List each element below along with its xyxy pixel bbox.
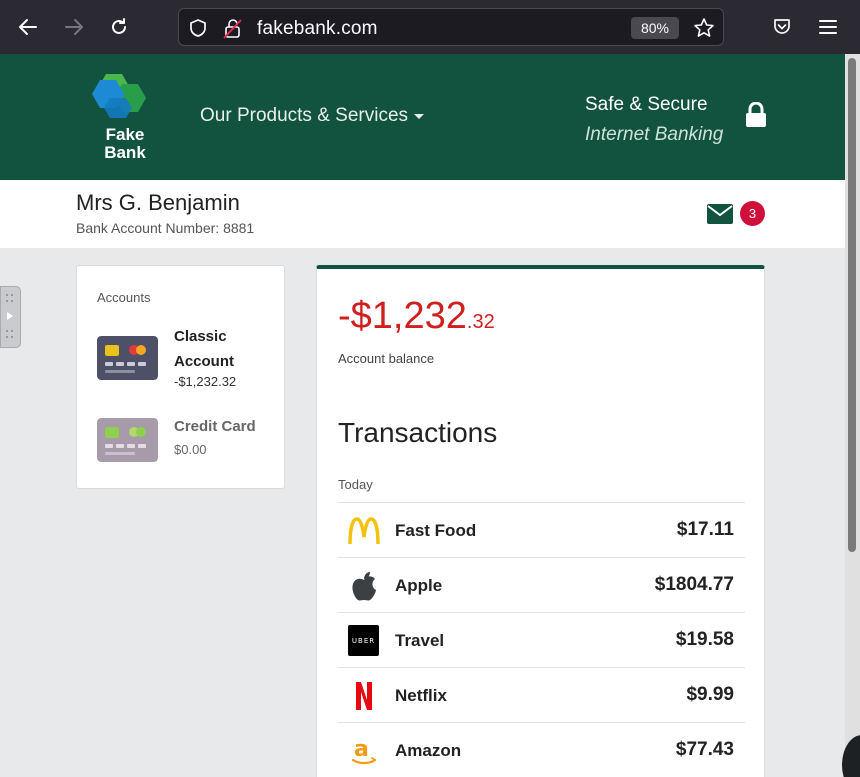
transaction-name: Fast Food	[395, 521, 477, 540]
zoom-level[interactable]: 80%	[631, 17, 679, 39]
transaction-amount: $9.99	[686, 684, 734, 705]
balance-label: Account balance	[338, 351, 435, 366]
uber-icon-text: UBER	[351, 636, 376, 645]
transaction-name: Travel	[395, 631, 445, 650]
forward-button[interactable]	[60, 13, 88, 41]
user-bar: Mrs G. Benjamin Bank Account Number: 888…	[0, 180, 845, 248]
logo-line-1: Fake	[105, 125, 145, 144]
account-item-classic[interactable]: Classic Account -$1,232.32	[97, 324, 277, 389]
play-icon	[6, 294, 13, 338]
account-name-line-2: Account	[174, 353, 234, 370]
logo-line-2: Bank	[104, 143, 146, 162]
logo-text: Fake Bank	[94, 126, 156, 162]
transaction-row[interactable]: Netflix $9.99	[338, 667, 745, 722]
arrow-right-icon	[65, 19, 83, 35]
netflix-icon	[348, 680, 380, 712]
credit-card-icon	[97, 418, 158, 462]
secure-line-1: Safe & Secure	[585, 94, 708, 115]
accounts-title: Accounts	[97, 290, 151, 305]
secure-line-2: Internet Banking	[585, 124, 724, 145]
transaction-row[interactable]: Fast Food $17.11	[338, 502, 745, 557]
account-name: Classic Account	[174, 324, 234, 374]
transaction-row[interactable]: Apple $1804.77	[338, 557, 745, 612]
account-item-credit-card[interactable]: Credit Card $0.00	[97, 414, 277, 464]
arrow-left-icon	[19, 19, 37, 35]
account-number: Bank Account Number: 8881	[76, 220, 255, 236]
apple-icon	[348, 570, 380, 602]
transaction-name: Apple	[395, 576, 443, 595]
balance-main: -$1,232	[338, 295, 467, 337]
transaction-row[interactable]: a Amazon $77.43	[338, 722, 745, 777]
message-count-badge[interactable]: 3	[740, 201, 765, 226]
fake-bank-logo[interactable]: Fake Bank	[92, 70, 160, 166]
svg-text:a: a	[354, 737, 369, 762]
products-services-dropdown[interactable]: Our Products & Services	[200, 105, 425, 127]
pocket-icon[interactable]	[772, 17, 792, 37]
transaction-name: Amazon	[395, 741, 462, 760]
transactions-list: Fast Food $17.11 Apple $1804.77 UBER Tra…	[338, 502, 745, 777]
reload-icon	[112, 18, 126, 34]
accounts-card: Accounts Classic Account -$1,232.32 Cred…	[76, 265, 285, 489]
insecure-lock-icon	[223, 19, 242, 39]
back-button[interactable]	[14, 13, 42, 41]
account-balance-amount: -$1,232.32	[338, 295, 495, 338]
reload-button[interactable]	[105, 13, 133, 41]
account-name: Credit Card	[174, 418, 256, 435]
account-balance: -$1,232.32	[174, 374, 237, 389]
secure-banking-label: Safe & Secure Internet Banking	[585, 90, 723, 150]
hamburger-menu-icon[interactable]	[818, 18, 838, 36]
page-scrollbar[interactable]	[845, 54, 860, 777]
uber-icon: UBER	[348, 625, 379, 656]
balance-cents: .32	[466, 311, 495, 333]
account-balance: $0.00	[174, 442, 207, 457]
transaction-amount: $77.43	[675, 739, 734, 760]
products-services-label: Our Products & Services	[200, 105, 409, 126]
browser-toolbar: fakebank.com 80%	[0, 0, 860, 54]
transaction-amount: $1804.77	[654, 574, 734, 595]
transactions-heading: Transactions	[338, 417, 498, 448]
caret-down-icon	[414, 113, 425, 119]
transactions-day-label: Today	[338, 477, 373, 492]
transaction-amount: $19.58	[675, 629, 734, 650]
bookmark-star-icon[interactable]	[693, 17, 715, 39]
account-summary-card: -$1,232.32 Account balance Transactions …	[316, 265, 765, 777]
page-viewport: Fake Bank Our Products & Services Safe &…	[0, 54, 845, 777]
transaction-name: Netflix	[395, 686, 447, 705]
amazon-icon: a	[348, 735, 380, 767]
lock-icon	[746, 102, 766, 127]
mcdonalds-icon	[348, 515, 380, 547]
transaction-amount: $17.11	[676, 519, 734, 540]
account-name-line-1: Classic	[174, 328, 227, 345]
logo-mark-icon	[92, 74, 146, 118]
customer-name: Mrs G. Benjamin	[76, 190, 240, 215]
debit-card-icon	[97, 336, 158, 380]
envelope-icon[interactable]	[707, 204, 733, 224]
side-panel-toggle[interactable]	[0, 286, 21, 348]
address-bar[interactable]: fakebank.com 80%	[178, 8, 724, 46]
scrollbar-thumb[interactable]	[848, 58, 856, 552]
site-header: Fake Bank Our Products & Services Safe &…	[0, 54, 845, 180]
url-text: fakebank.com	[257, 18, 378, 39]
transaction-row[interactable]: UBER Travel $19.58	[338, 612, 745, 667]
shield-icon	[190, 19, 206, 37]
